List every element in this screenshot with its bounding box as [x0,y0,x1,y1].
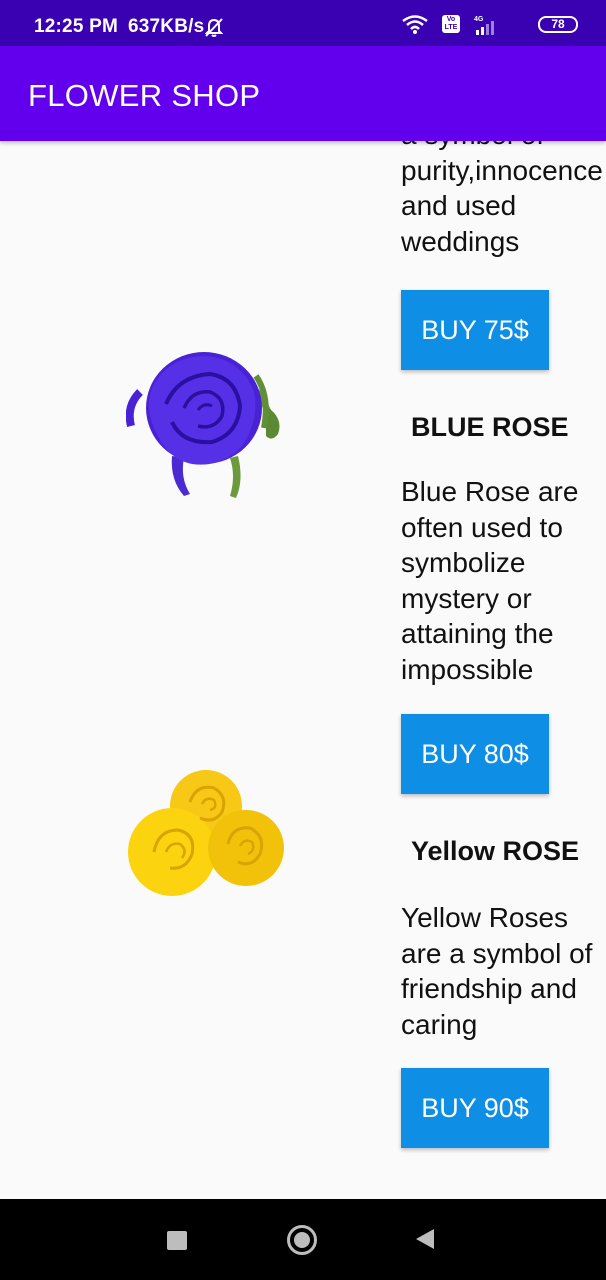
buy-button[interactable]: BUY 80$ [401,714,549,794]
status-time: 12:25 PM [34,16,118,37]
status-bar: 12:25 PM 637KB/s Vo LTE 4G 78 [0,0,606,46]
product-name: BLUE ROSE [411,412,569,442]
buy-button[interactable]: BUY 90$ [401,1068,549,1148]
status-right: Vo LTE 4G 78 [378,14,578,35]
wifi-icon [402,15,428,34]
product-description: a symbol of purity,innocence and used we… [401,141,603,257]
battery-icon: 78 [538,16,578,33]
network-type-label: 4G [474,16,484,23]
product-list[interactable]: a symbol of purity,innocence and used we… [0,141,606,1199]
status-left: 12:25 PM 637KB/s [34,16,214,38]
product-description: Blue Rose are often used to symbolize my… [401,476,579,685]
recents-square-icon[interactable] [167,1231,187,1250]
product-description: Yellow Roses are a symbol of friendship … [401,902,593,1040]
app-title: FLOWER SHOP [28,78,261,113]
buy-button[interactable]: BUY 75$ [401,290,549,370]
yellow-rose-image [128,770,284,896]
back-triangle-icon[interactable] [414,1227,436,1251]
status-speed: 637KB/s [127,16,205,37]
app-bar: FLOWER SHOP [0,46,606,141]
volte-icon: Vo LTE [442,15,460,33]
blue-rose-image [126,352,280,498]
signal-icon: 4G [474,16,494,35]
home-circle-icon[interactable] [287,1225,317,1255]
product-name: Yellow ROSE [411,836,580,866]
navigation-bar [0,1199,606,1280]
mute-bell-icon [205,18,223,37]
